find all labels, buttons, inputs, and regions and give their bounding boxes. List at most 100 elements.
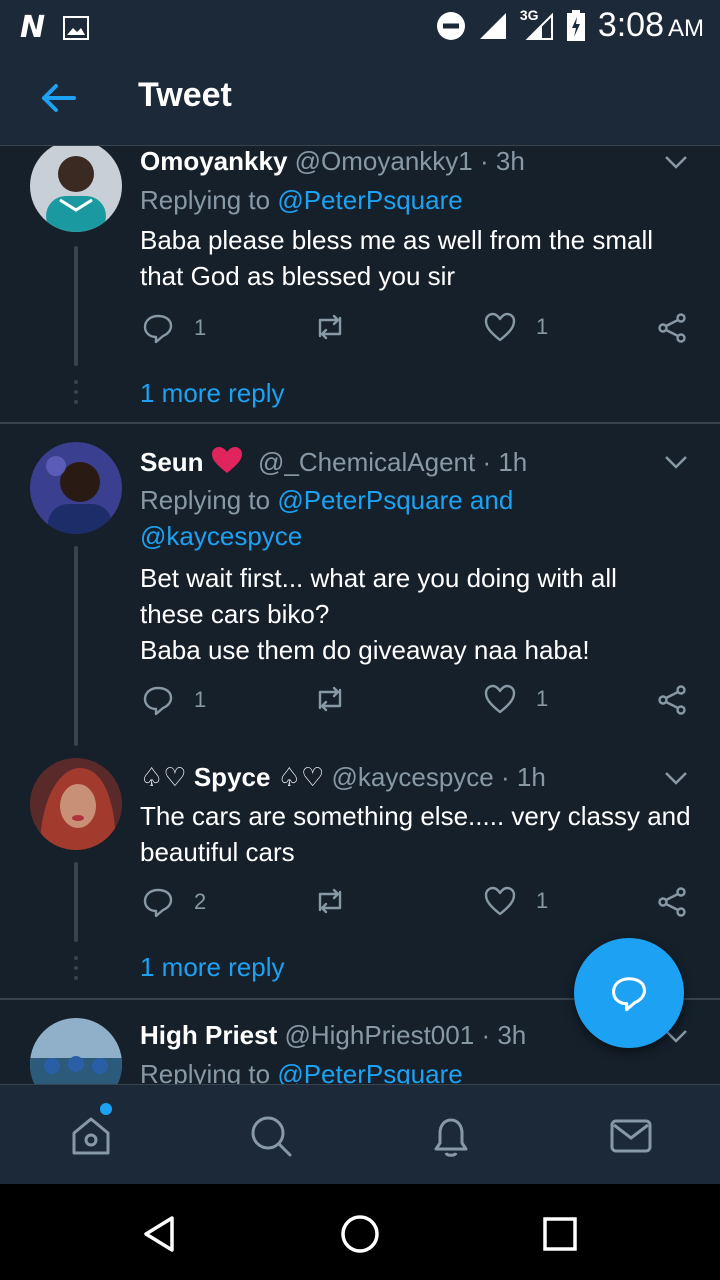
- author-name[interactable]: ♤♡ Spyce ♤♡: [140, 762, 324, 792]
- tweet-card[interactable]: Omoyankky @Omoyankky1 · 3h Replying to @…: [0, 146, 720, 422]
- home-icon: [72, 1117, 110, 1155]
- replying-to-label: Replying to: [140, 485, 278, 515]
- signal-icon: [479, 12, 506, 39]
- author-handle[interactable]: @kaycespyce: [332, 762, 494, 792]
- author-handle[interactable]: @Omoyankky1: [295, 146, 473, 176]
- clock-ampm: AM: [668, 15, 704, 42]
- tab-home[interactable]: [66, 1111, 116, 1161]
- tab-notifications[interactable]: [426, 1111, 476, 1161]
- retweet-button[interactable]: [312, 886, 348, 916]
- network-type: 3G: [519, 6, 539, 23]
- tweet-text-line: Baba use them do giveaway naa haba!: [140, 635, 590, 665]
- clock-time: 3:08: [597, 6, 664, 44]
- tweet-time: · 1h: [501, 762, 546, 792]
- reply-icon: [143, 686, 173, 716]
- chevron-down-icon[interactable]: [664, 154, 688, 170]
- chevron-down-icon[interactable]: [664, 770, 688, 786]
- like-count: 1: [536, 314, 549, 339]
- back-button[interactable]: [36, 78, 80, 118]
- reply-button[interactable]: 1: [142, 684, 206, 716]
- tab-search[interactable]: [246, 1111, 296, 1161]
- chevron-down-icon[interactable]: [664, 454, 688, 470]
- new-content-dot: [100, 1103, 112, 1115]
- heart-icon: [484, 312, 516, 342]
- triangle-back-icon: [144, 1216, 174, 1252]
- reply-button[interactable]: 1: [142, 312, 206, 344]
- tweet-actions: 1 1: [140, 684, 700, 724]
- retweet-icon: [318, 888, 342, 914]
- battery-icon: [566, 9, 585, 41]
- author-handle[interactable]: @_ChemicalAgent: [258, 447, 475, 477]
- bell-icon: [434, 1118, 468, 1157]
- reply-count: 1: [194, 687, 207, 712]
- square-recents-icon: [543, 1217, 577, 1251]
- thread-dots: [72, 380, 80, 410]
- compose-reply-button[interactable]: [574, 938, 684, 1048]
- avatar[interactable]: [30, 442, 122, 534]
- author-handle[interactable]: @HighPriest001: [284, 1020, 474, 1050]
- replying-to-label: Replying to: [140, 1059, 278, 1084]
- tweet-header: High Priest @HighPriest001 · 3h: [140, 1020, 640, 1051]
- circle-home-icon: [341, 1215, 379, 1253]
- more-replies-link[interactable]: 1 more reply: [140, 378, 285, 409]
- nav-back-button[interactable]: [138, 1212, 182, 1256]
- network-indicator: 3G: [520, 7, 554, 41]
- divider: [0, 422, 720, 424]
- status-bar: N 3G 3:08 AM: [0, 0, 720, 52]
- do-not-disturb-icon: [436, 11, 465, 40]
- heart-emoji-icon: [211, 447, 242, 473]
- tweet-time: · 3h: [481, 1020, 527, 1050]
- tweet-header: Seun @_ChemicalAgent · 1h: [140, 446, 640, 478]
- retweet-button[interactable]: [312, 684, 348, 714]
- author-name[interactable]: High Priest: [140, 1020, 277, 1050]
- avatar[interactable]: [30, 146, 122, 232]
- system-nav-bar: [0, 1184, 720, 1280]
- bottom-tab-bar: [0, 1084, 720, 1184]
- reply-compose-icon: [612, 977, 646, 1012]
- author-name[interactable]: Seun: [140, 447, 204, 477]
- tweet-text-line: these cars biko?: [140, 599, 330, 629]
- mail-icon: [610, 1119, 652, 1153]
- avatar[interactable]: [30, 1018, 122, 1084]
- like-button[interactable]: 1: [484, 684, 548, 714]
- tweet-header: ♤♡ Spyce ♤♡ @kaycespyce · 1h: [140, 762, 640, 793]
- more-replies-link[interactable]: 1 more reply: [140, 952, 285, 983]
- share-icon: [658, 313, 686, 343]
- like-count: 1: [536, 686, 549, 711]
- replying-to-link[interactable]: @PeterPsquare: [277, 185, 462, 215]
- replying-to: Replying to @PeterPsquare: [140, 1056, 463, 1084]
- nav-home-button[interactable]: [338, 1212, 382, 1256]
- tweet-text: Bet wait first... what are you doing wit…: [140, 560, 700, 668]
- tweet-actions: 1 1: [140, 312, 700, 352]
- tab-messages[interactable]: [606, 1111, 656, 1161]
- page-title: Tweet: [138, 76, 232, 114]
- thread-line: [74, 246, 78, 366]
- n-logo-icon: N: [20, 10, 46, 45]
- reply-count: 1: [194, 315, 207, 340]
- retweet-button[interactable]: [312, 312, 348, 342]
- image-icon: [63, 15, 90, 40]
- retweet-icon: [318, 314, 342, 340]
- share-icon: [658, 887, 686, 917]
- tweet-time: · 3h: [480, 146, 525, 176]
- share-button[interactable]: [656, 312, 688, 344]
- tweet-card[interactable]: Seun @_ChemicalAgent · 1h Replying to @P…: [0, 442, 720, 746]
- avatar[interactable]: [30, 758, 122, 850]
- replying-to-link[interactable]: @PeterPsquare: [277, 1059, 462, 1084]
- thread-line: [74, 546, 78, 746]
- thread-line: [74, 862, 78, 942]
- reply-button[interactable]: 2: [142, 886, 206, 918]
- replying-to: Replying to @PeterPsquare and @kaycespyc…: [140, 482, 570, 554]
- thread-dots: [72, 956, 80, 986]
- share-button[interactable]: [656, 886, 688, 918]
- like-button[interactable]: 1: [484, 886, 548, 916]
- nav-recents-button[interactable]: [538, 1212, 582, 1256]
- like-button[interactable]: 1: [484, 312, 548, 342]
- tweet-time: · 1h: [482, 447, 528, 477]
- author-name[interactable]: Omoyankky: [140, 146, 287, 176]
- search-icon: [251, 1116, 292, 1157]
- share-button[interactable]: [656, 684, 688, 716]
- heart-icon: [484, 886, 516, 916]
- tweet-actions: 2 1: [140, 886, 700, 926]
- replying-to-label: Replying to: [140, 185, 278, 215]
